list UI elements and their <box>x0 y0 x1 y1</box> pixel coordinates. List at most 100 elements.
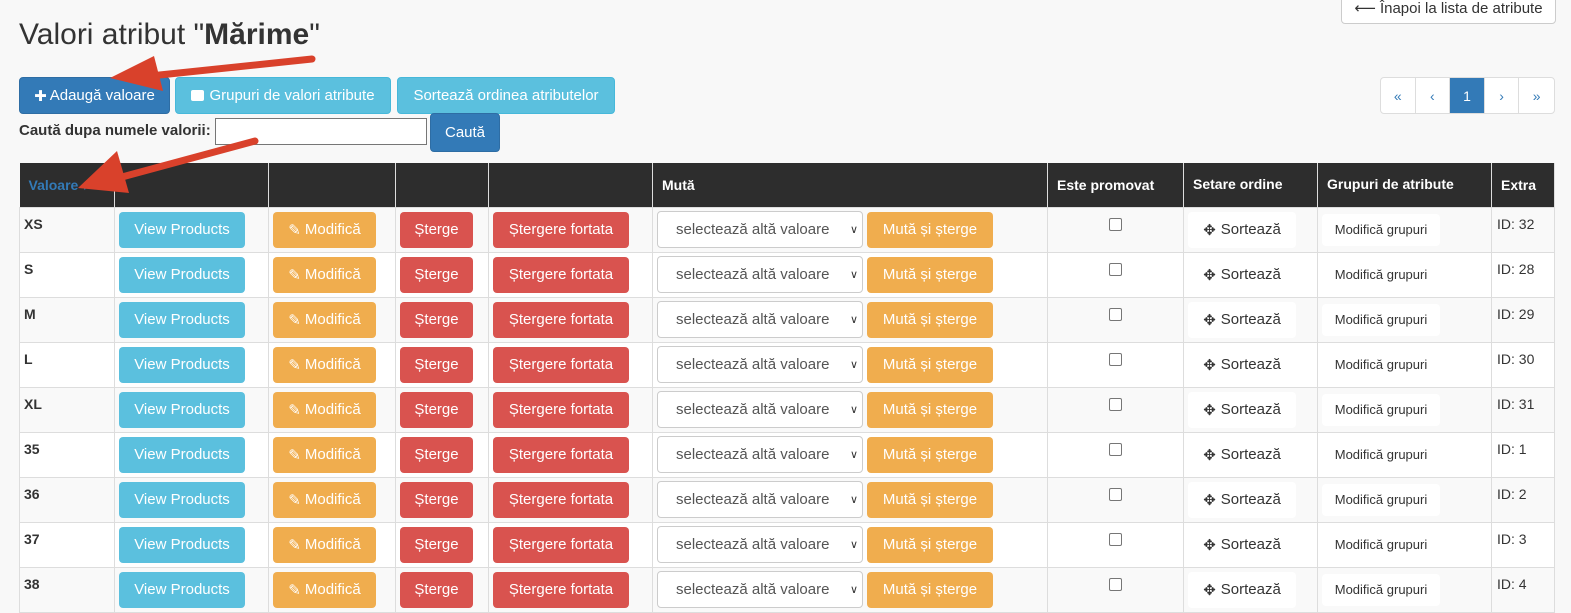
promoted-checkbox[interactable] <box>1109 352 1122 366</box>
page-last-button[interactable]: » <box>1519 78 1554 113</box>
force-delete-button[interactable]: Ștergere fortata <box>493 526 629 563</box>
move-and-delete-button[interactable]: Mută și șterge <box>867 346 993 383</box>
move-and-delete-button[interactable]: Mută și șterge <box>867 391 993 428</box>
view-products-button[interactable]: View Products <box>119 346 245 383</box>
sort-button[interactable]: ✥ Sortează <box>1188 526 1296 563</box>
force-delete-button[interactable]: Ștergere fortata <box>493 211 629 248</box>
view-products-button[interactable]: View Products <box>119 211 245 248</box>
sort-button[interactable]: ✥ Sortează <box>1188 301 1296 338</box>
edit-button[interactable]: ✎ Modifică <box>273 571 376 608</box>
add-value-button[interactable]: ✚ Adaugă valoare <box>19 77 170 114</box>
search-input[interactable] <box>215 118 427 145</box>
edit-button[interactable]: ✎ Modifică <box>273 436 376 473</box>
move-and-delete-button[interactable]: Mută și șterge <box>867 436 993 473</box>
move-and-delete-button[interactable]: Mută și șterge <box>867 571 993 608</box>
move-target-select[interactable]: selectează altă valoare ∨ <box>657 436 863 473</box>
groups-cell: Modifică grupuri <box>1317 566 1492 613</box>
move-target-select[interactable]: selectează altă valoare ∨ <box>657 211 863 248</box>
delete-button[interactable]: Șterge <box>400 391 473 428</box>
page-next-button[interactable]: › <box>1485 78 1520 113</box>
move-target-select[interactable]: selectează altă valoare ∨ <box>657 256 863 293</box>
page-prev-button[interactable]: ‹ <box>1416 78 1451 113</box>
value-groups-button[interactable]: Grupuri de valori atribute <box>175 77 391 114</box>
edit-button[interactable]: ✎ Modifică <box>273 391 376 428</box>
page-first-button[interactable]: « <box>1381 78 1416 113</box>
move-target-select[interactable]: selectează altă valoare ∨ <box>657 391 863 428</box>
move-target-select[interactable]: selectează altă valoare ∨ <box>657 571 863 608</box>
promoted-checkbox[interactable] <box>1109 442 1122 456</box>
view-products-button[interactable]: View Products <box>119 436 245 473</box>
column-header-value[interactable]: Valoare ▼ <box>19 163 115 207</box>
promoted-checkbox[interactable] <box>1109 262 1122 276</box>
sort-button[interactable]: ✥ Sortează <box>1188 346 1296 383</box>
delete-button[interactable]: Șterge <box>400 211 473 248</box>
force-delete-button[interactable]: Ștergere fortata <box>493 346 629 383</box>
promoted-checkbox[interactable] <box>1109 217 1122 231</box>
force-delete-button[interactable]: Ștergere fortata <box>493 256 629 293</box>
edit-button[interactable]: ✎ Modifică <box>273 481 376 518</box>
move-and-delete-button[interactable]: Mută și șterge <box>867 526 993 563</box>
chevron-down-icon: ∨ <box>849 494 858 506</box>
edit-button[interactable]: ✎ Modifică <box>273 211 376 248</box>
view-products-button[interactable]: View Products <box>119 256 245 293</box>
delete-button[interactable]: Șterge <box>400 571 473 608</box>
move-and-delete-button[interactable]: Mută și șterge <box>867 481 993 518</box>
delete-button[interactable]: Șterge <box>400 481 473 518</box>
delete-button[interactable]: Șterge <box>400 436 473 473</box>
sort-button[interactable]: ✥ Sortează <box>1188 391 1296 428</box>
move-target-select[interactable]: selectează altă valoare ∨ <box>657 346 863 383</box>
promoted-checkbox[interactable] <box>1109 487 1122 501</box>
edit-button[interactable]: ✎ Modifică <box>273 346 376 383</box>
force-delete-button[interactable]: Ștergere fortata <box>493 571 629 608</box>
promoted-checkbox[interactable] <box>1109 307 1122 321</box>
edit-groups-button[interactable]: Modifică grupuri <box>1322 438 1440 471</box>
edit-groups-button[interactable]: Modifică grupuri <box>1322 303 1440 336</box>
move-target-select[interactable]: selectează altă valoare ∨ <box>657 301 863 338</box>
edit-button[interactable]: ✎ Modifică <box>273 526 376 563</box>
edit-button[interactable]: ✎ Modifică <box>273 256 376 293</box>
view-products-button[interactable]: View Products <box>119 481 245 518</box>
view-products-button[interactable]: View Products <box>119 391 245 428</box>
view-products-button[interactable]: View Products <box>119 301 245 338</box>
delete-button[interactable]: Șterge <box>400 526 473 563</box>
force-delete-button[interactable]: Ștergere fortata <box>493 391 629 428</box>
sort-button[interactable]: ✥ Sortează <box>1188 256 1296 293</box>
move-target-select[interactable]: selectează altă valoare ∨ <box>657 526 863 563</box>
sort-attributes-button[interactable]: Sortează ordinea atributelor <box>397 77 615 114</box>
move-and-delete-button[interactable]: Mută și șterge <box>867 211 993 248</box>
edit-groups-button[interactable]: Modifică grupuri <box>1322 528 1440 561</box>
sort-caret-icon: ▼ <box>80 181 90 192</box>
edit-groups-button[interactable]: Modifică grupuri <box>1322 393 1440 426</box>
edit-button[interactable]: ✎ Modifică <box>273 301 376 338</box>
edit-groups-button[interactable]: Modifică grupuri <box>1322 258 1440 291</box>
promoted-checkbox[interactable] <box>1109 397 1122 411</box>
delete-button[interactable]: Șterge <box>400 301 473 338</box>
sort-button[interactable]: ✥ Sortează <box>1188 571 1296 608</box>
sort-button[interactable]: ✥ Sortează <box>1188 436 1296 473</box>
move-and-delete-button[interactable]: Mută și șterge <box>867 301 993 338</box>
sort-button[interactable]: ✥ Sortează <box>1188 211 1296 248</box>
force-delete-button[interactable]: Ștergere fortata <box>493 301 629 338</box>
delete-button[interactable]: Șterge <box>400 346 473 383</box>
back-to-attributes-button[interactable]: ⟵ Înapoi la lista de atribute <box>1341 0 1556 24</box>
force-delete-label: Ștergere fortata <box>508 266 614 283</box>
promoted-checkbox[interactable] <box>1109 577 1122 591</box>
sort-label: Sortează <box>1220 401 1281 418</box>
sort-button[interactable]: ✥ Sortează <box>1188 481 1296 518</box>
force-delete-button[interactable]: Ștergere fortata <box>493 436 629 473</box>
extra-cell: ID: 4 <box>1491 566 1555 613</box>
edit-groups-button[interactable]: Modifică grupuri <box>1322 573 1440 606</box>
view-products-button[interactable]: View Products <box>119 526 245 563</box>
edit-groups-button[interactable]: Modifică grupuri <box>1322 483 1440 516</box>
move-and-delete-button[interactable]: Mută și șterge <box>867 256 993 293</box>
force-delete-button[interactable]: Ștergere fortata <box>493 481 629 518</box>
promoted-checkbox[interactable] <box>1109 532 1122 546</box>
move-target-select[interactable]: selectează altă valoare ∨ <box>657 481 863 518</box>
edit-groups-button[interactable]: Modifică grupuri <box>1322 348 1440 381</box>
page-current-button[interactable]: 1 <box>1450 78 1485 113</box>
delete-button[interactable]: Șterge <box>400 256 473 293</box>
table-header-row: Valoare ▼ Mută Este promovat Setare ordin… <box>19 163 1555 207</box>
search-button[interactable]: Caută <box>430 113 500 152</box>
view-products-button[interactable]: View Products <box>119 571 245 608</box>
edit-groups-button[interactable]: Modifică grupuri <box>1322 213 1440 246</box>
